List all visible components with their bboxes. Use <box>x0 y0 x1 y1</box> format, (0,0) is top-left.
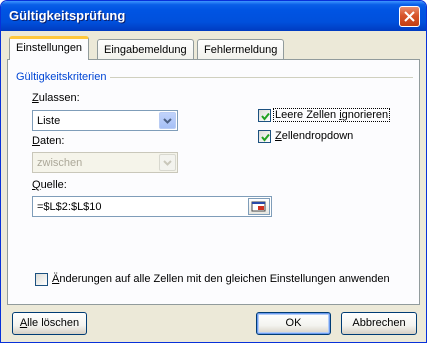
cell-dropdown-checkbox[interactable] <box>258 130 271 143</box>
apply-all-checkbox[interactable] <box>35 273 48 286</box>
group-label: Gültigkeitskriterien <box>16 71 111 83</box>
source-value: =$L$2:$L$10 <box>37 201 102 213</box>
chevron-down-icon <box>163 160 172 166</box>
tab-label: Einstellungen <box>16 42 83 54</box>
cell-dropdown-label[interactable]: Zellendropdown <box>275 130 353 142</box>
checkmark-icon <box>261 112 270 121</box>
source-label: Quelle: <box>32 179 67 191</box>
close-icon <box>404 11 415 22</box>
clear-all-button[interactable]: Alle löschen <box>12 312 87 335</box>
tab-einstellungen[interactable]: Einstellungen <box>9 36 90 60</box>
ok-button[interactable]: OK <box>256 312 331 335</box>
ok-label: OK <box>285 317 302 329</box>
chevron-down-icon <box>163 118 172 124</box>
source-input[interactable]: =$L$2:$L$10 <box>32 196 272 217</box>
tab-label: Fehlermeldung <box>204 44 278 56</box>
dialog-title: Gültigkeitsprüfung <box>9 8 126 23</box>
apply-all-label[interactable]: Änderungen auf alle Zellen mit den gleic… <box>52 273 390 285</box>
dropdown-button[interactable] <box>159 112 176 129</box>
cancel-label: Abbrechen <box>352 317 406 329</box>
tab-fehlermeldung[interactable]: Fehlermeldung <box>197 39 285 61</box>
close-button[interactable] <box>399 6 420 27</box>
tab-label: Eingabemeldung <box>104 44 187 56</box>
allow-label: Zulassen: <box>32 92 80 104</box>
data-value: zwischen <box>37 157 83 169</box>
ignore-blank-checkbox[interactable] <box>258 109 271 122</box>
cancel-button[interactable]: Abbrechen <box>341 312 417 335</box>
allow-dropdown[interactable]: Liste <box>32 110 178 131</box>
allow-value: Liste <box>37 115 61 127</box>
title-bar[interactable]: Gültigkeitsprüfung <box>1 1 426 31</box>
data-label: Daten: <box>32 135 65 147</box>
range-select-icon <box>251 201 266 212</box>
tab-eingabemeldung[interactable]: Eingabemeldung <box>97 39 194 61</box>
dropdown-button-disabled <box>159 154 176 171</box>
data-dropdown: zwischen <box>32 152 178 173</box>
checkmark-icon <box>261 133 270 142</box>
dialog-window: Gültigkeitsprüfung Einstellungen Eingabe… <box>0 0 427 343</box>
ignore-blank-label[interactable]: Leere Zellen ignorieren <box>273 108 391 122</box>
tab-panel: Gültigkeitskriterien Zulassen: Liste Dat… <box>7 59 420 305</box>
collapse-dialog-button[interactable] <box>248 198 270 215</box>
